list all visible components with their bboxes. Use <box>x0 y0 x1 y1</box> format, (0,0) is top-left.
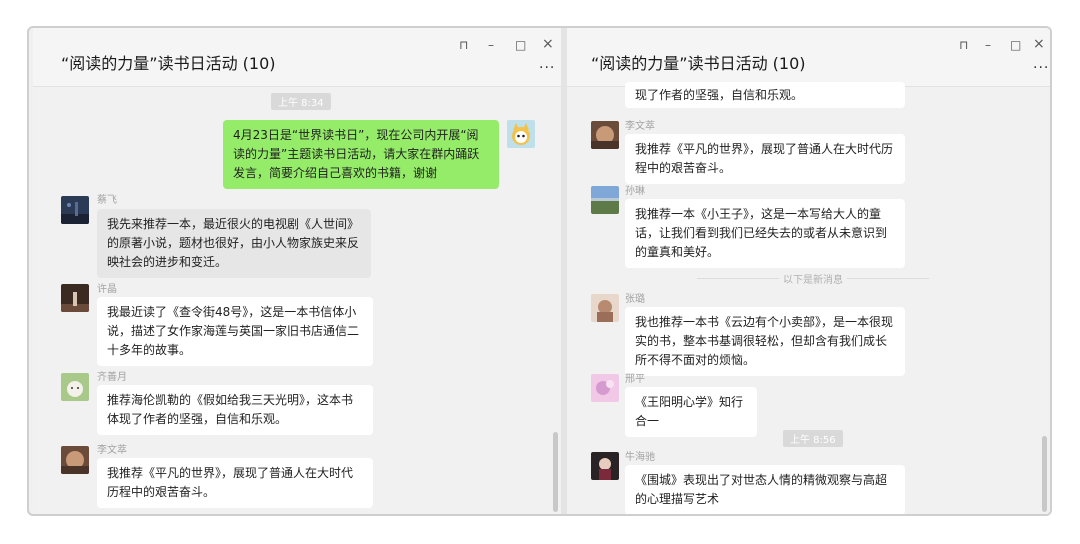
sender-name: 李文萃 <box>625 121 655 132</box>
pin-icon[interactable]: ⊓ <box>459 38 468 52</box>
avatar[interactable] <box>61 373 89 401</box>
message-bubble[interactable]: 我也推荐一本书《云边有个小卖部》，是一本很现实的书，整本书基调很轻松，但却含有我… <box>625 307 905 376</box>
sender-name: 许晶 <box>97 284 117 295</box>
avatar[interactable] <box>591 452 619 480</box>
sender-name: 齐善月 <box>97 372 127 383</box>
avatar[interactable] <box>591 294 619 322</box>
message-bubble[interactable]: 《王阳明心学》知行合一 <box>625 387 757 437</box>
message-bubble[interactable]: 《围城》表现出了对世态人情的精微观察与高超的心理描写艺术 <box>625 465 905 514</box>
sender-name: 邢平 <box>625 374 645 385</box>
scrollbar-thumb[interactable] <box>553 432 558 512</box>
pin-icon[interactable]: ⊓ <box>959 38 968 52</box>
minimize-button[interactable]: – <box>985 38 991 52</box>
left-chat-header: “阅读的力量”读书日活动 (10) ⊓ – □ × ... <box>33 28 561 87</box>
new-messages-line <box>697 278 779 279</box>
avatar[interactable] <box>61 196 89 224</box>
new-messages-line <box>847 278 929 279</box>
timestamp: 上午 8:34 <box>271 93 331 110</box>
message-bubble[interactable]: 我先来推荐一本，最近很火的电视剧《人世间》的原著小说，题材也很好，由小人物家族史… <box>97 209 371 278</box>
close-button[interactable]: × <box>1033 36 1045 52</box>
timestamp: 上午 8:56 <box>783 430 843 447</box>
sender-name: 牛海驰 <box>625 452 655 463</box>
avatar[interactable] <box>591 186 619 214</box>
left-chat-window: “阅读的力量”读书日活动 (10) ⊓ – □ × ... 上午 8:34 4月… <box>33 28 561 514</box>
message-bubble[interactable]: 我推荐一本《小王子》，这是一本写给大人的童话，让我们看到我们已经失去的或者从未意… <box>625 199 905 268</box>
avatar[interactable] <box>591 121 619 149</box>
chat-windows-frame: “阅读的力量”读书日活动 (10) ⊓ – □ × ... 上午 8:34 4月… <box>27 26 1052 516</box>
minimize-button[interactable]: – <box>488 38 494 52</box>
message-bubble[interactable]: 我推荐《平凡的世界》，展现了普通人在大时代历程中的艰苦奋斗。 <box>625 134 905 184</box>
self-avatar[interactable] <box>507 120 535 148</box>
sender-name: 孙琳 <box>625 186 645 197</box>
chat-title: “阅读的力量”读书日活动 (10) <box>591 54 806 73</box>
avatar[interactable] <box>61 284 89 312</box>
message-bubble[interactable]: 推荐海伦凯勒的《假如给我三天光明》，这本书体现了作者的坚强，自信和乐观。 <box>97 385 373 435</box>
message-bubble[interactable]: 我推荐《平凡的世界》，展现了普通人在大时代历程中的艰苦奋斗。 <box>97 458 373 508</box>
more-options-button[interactable]: ... <box>539 56 555 72</box>
avatar[interactable] <box>591 374 619 402</box>
avatar[interactable] <box>61 446 89 474</box>
self-message-bubble[interactable]: 4月23日是“世界读书日”，现在公司内开展“阅读的力量”主题读书日活动，请大家在… <box>223 120 499 189</box>
message-bubble-partial[interactable]: 现了作者的坚强，自信和乐观。 <box>625 82 905 108</box>
close-button[interactable]: × <box>542 36 554 52</box>
right-chat-window: “阅读的力量”读书日活动 (10) ⊓ – □ × ... 现了作者的坚强，自信… <box>567 28 1050 514</box>
sender-name: 张璐 <box>625 294 645 305</box>
maximize-button[interactable]: □ <box>1010 38 1021 52</box>
new-messages-label: 以下是新消息 <box>783 275 843 286</box>
more-options-button[interactable]: ... <box>1033 56 1049 72</box>
maximize-button[interactable]: □ <box>515 38 526 52</box>
sender-name: 蔡飞 <box>97 195 117 206</box>
right-chat-header: “阅读的力量”读书日活动 (10) ⊓ – □ × ... <box>567 28 1050 87</box>
scrollbar-thumb[interactable] <box>1042 436 1047 512</box>
chat-title: “阅读的力量”读书日活动 (10) <box>61 54 276 73</box>
sender-name: 李文萃 <box>97 445 127 456</box>
message-bubble[interactable]: 我最近读了《查令街48号》，这是一本书信体小说，描述了女作家海莲与英国一家旧书店… <box>97 297 373 366</box>
